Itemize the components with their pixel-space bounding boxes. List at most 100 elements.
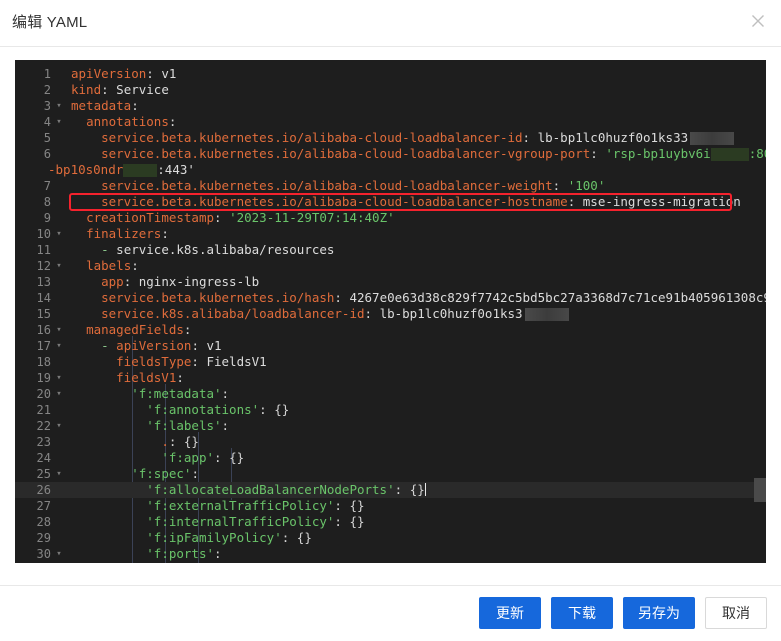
code-line[interactable]: 17 ▾ - apiVersion: v1 [15,338,766,354]
code-line-text: app: nginx-ingress-lb [101,274,260,289]
code-line-text: service.beta.kubernetes.io/alibaba-cloud… [71,130,735,146]
code-line-text: 'f:ipFamilyPolicy': {} [146,530,312,545]
fold-toggle-icon[interactable]: ▾ [54,114,64,131]
code-line[interactable]: 4 ▾ annotations: [15,114,766,130]
code-line[interactable]: 3 ▾ metadata: [15,98,766,114]
line-number: 6 [43,147,51,161]
code-line[interactable]: 29 'f:ipFamilyPolicy': {} [15,530,766,546]
code-line[interactable]: 18 fieldsType: FieldsV1 [15,354,766,370]
code-lines[interactable]: 1 apiVersion: v1 2 kind: Service 3 ▾ metadata:… [15,66,766,562]
code-line[interactable]: 7 service.beta.kubernetes.io/alibaba-clo… [15,178,766,194]
code-line[interactable]: 24 'f:app': {} [15,450,766,466]
update-button[interactable]: 更新 [479,597,541,629]
code-line-text: 'f:app': {} [161,450,245,465]
fold-toggle-icon[interactable]: ▾ [54,418,64,435]
code-line[interactable]: 21 'f:annotations': {} [15,402,766,418]
line-number: 20 [36,387,51,401]
code-line-text: metadata: [71,98,139,113]
code-line-text: - apiVersion: v1 [101,338,222,353]
code-line[interactable]: 6 service.beta.kubernetes.io/alibaba-clo… [15,146,766,162]
code-line[interactable]: 27 'f:externalTrafficPolicy': {} [15,498,766,514]
line-number: 18 [36,355,51,369]
redacted-block [710,148,749,161]
code-line-text: 'f:ports': [146,546,222,561]
code-line[interactable]: -bp10s0ndr:443' [15,162,766,178]
code-line[interactable]: 12 ▾ labels: [15,258,766,274]
line-number: 10 [36,227,51,241]
redacted-block [524,308,569,321]
code-line-text: service.beta.kubernetes.io/alibaba-cloud… [101,194,741,209]
redacted-block [123,164,158,177]
line-number: 12 [36,259,51,273]
code-line-text: 'f:labels': [146,418,230,433]
code-line[interactable]: 25 ▾ 'f:spec': [15,466,766,482]
code-line-text: labels: [86,258,139,273]
save-as-button[interactable]: 另存为 [623,597,695,629]
fold-toggle-icon[interactable]: ▾ [54,466,64,483]
line-number: 7 [43,179,51,193]
code-line-text: 'f:spec': [131,466,199,481]
code-line[interactable]: 19 ▾ fieldsV1: [15,370,766,386]
editor-vertical-scrollbar[interactable] [754,478,766,502]
line-number: 9 [43,211,51,225]
fold-toggle-icon[interactable]: ▾ [54,258,64,275]
line-number: 1 [43,67,51,81]
code-line[interactable]: 30 ▾ 'f:ports': [15,546,766,562]
code-line[interactable]: 22 ▾ 'f:labels': [15,418,766,434]
code-line[interactable]: 13 app: nginx-ingress-lb [15,274,766,290]
yaml-editor[interactable]: 1 apiVersion: v1 2 kind: Service 3 ▾ metadata:… [15,60,766,563]
fold-toggle-icon[interactable]: ▾ [54,386,64,403]
code-line[interactable]: 11 - service.k8s.alibaba/resources [15,242,766,258]
code-line-text: service.beta.kubernetes.io/alibaba-cloud… [101,146,766,161]
code-line[interactable]: 2 kind: Service [15,82,766,98]
dialog-header: 编辑 YAML [0,0,781,47]
code-line[interactable]: 16 ▾ managedFields: [15,322,766,338]
code-line-text: 'f:annotations': {} [146,402,290,417]
line-number: 11 [36,243,51,257]
download-button[interactable]: 下载 [551,597,613,629]
line-number: 28 [36,515,51,529]
fold-toggle-icon[interactable]: ▾ [54,546,64,563]
code-line-text: 'f:externalTrafficPolicy': {} [146,498,365,513]
line-number: 3 [43,99,51,113]
code-line-text: service.beta.kubernetes.io/hash: 4267e0e… [101,290,766,305]
line-number: 25 [36,467,51,481]
code-line[interactable]: 14 service.beta.kubernetes.io/hash: 4267… [15,290,766,306]
code-line-text: fieldsType: FieldsV1 [116,354,267,369]
code-line[interactable]: 28 'f:internalTrafficPolicy': {} [15,514,766,530]
fold-toggle-icon[interactable]: ▾ [54,322,64,339]
code-line-text: -bp10s0ndr:443' [48,162,195,177]
code-line[interactable]: 20 ▾ 'f:metadata': [15,386,766,402]
code-line[interactable]: 8 service.beta.kubernetes.io/alibaba-clo… [15,194,766,210]
line-number: 5 [43,131,51,145]
code-line[interactable]: 26 'f:allocateLoadBalancerNodePorts': {} [15,482,766,498]
line-number: 26 [36,483,51,497]
redacted-block [690,132,735,145]
code-line-text: creationTimestamp: '2023-11-29T07:14:40Z… [86,210,395,225]
fold-toggle-icon[interactable]: ▾ [54,338,64,355]
fold-toggle-icon[interactable]: ▾ [54,226,64,243]
code-line-text: managedFields: [86,322,192,337]
code-line[interactable]: 15 service.k8s.alibaba/loadbalancer-id: … [15,306,766,322]
line-number: 24 [36,451,51,465]
dialog-footer: 更新 下载 另存为 取消 [0,585,781,641]
code-line[interactable]: 9 creationTimestamp: '2023-11-29T07:14:4… [15,210,766,226]
line-number: 4 [43,115,51,129]
line-number: 8 [43,195,51,209]
code-line[interactable]: 10 ▾ finalizers: [15,226,766,242]
fold-toggle-icon[interactable]: ▾ [54,370,64,387]
fold-toggle-icon[interactable]: ▾ [54,98,64,115]
cancel-button[interactable]: 取消 [705,597,767,629]
line-number: 19 [36,371,51,385]
line-number: 23 [36,435,51,449]
code-line[interactable]: 5 service.beta.kubernetes.io/alibaba-clo… [15,130,766,146]
code-line-text: 'f:allocateLoadBalancerNodePorts': {} [146,482,426,497]
code-line[interactable]: 1 apiVersion: v1 [15,66,766,82]
close-icon[interactable] [745,8,771,34]
footer-button-row: 更新 下载 另存为 取消 [479,597,767,629]
line-number: 17 [36,339,51,353]
code-line-text: fieldsV1: [116,370,184,385]
line-number: 21 [36,403,51,417]
code-line[interactable]: 23 .: {} [15,434,766,450]
line-number: 30 [36,547,51,561]
